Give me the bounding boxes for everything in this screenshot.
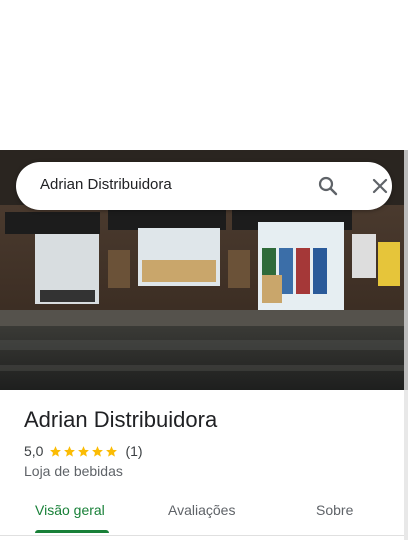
- place-title: Adrian Distribuidora: [24, 407, 218, 432]
- scrollbar-thumb[interactable]: [404, 150, 408, 390]
- tab-about[interactable]: Sobre: [316, 502, 353, 518]
- search-bar[interactable]: Adrian Distribuidora: [16, 162, 392, 210]
- rating-value: 5,0: [24, 443, 44, 459]
- star-rating: [49, 445, 119, 458]
- star-icon: [78, 445, 90, 457]
- star-icon: [106, 445, 118, 457]
- review-count[interactable]: (1): [125, 443, 142, 459]
- active-tab-indicator: [35, 530, 109, 533]
- map-area-blank: [0, 0, 408, 150]
- tab-overview[interactable]: Visão geral: [35, 502, 105, 518]
- tabs-divider: [0, 535, 404, 536]
- star-icon: [64, 445, 76, 457]
- close-icon[interactable]: [368, 174, 392, 198]
- place-category[interactable]: Loja de bebidas: [24, 463, 123, 479]
- star-icon: [92, 445, 104, 457]
- search-input[interactable]: Adrian Distribuidora: [40, 176, 172, 193]
- tab-reviews[interactable]: Avaliações: [168, 502, 235, 518]
- search-icon[interactable]: [316, 174, 340, 198]
- star-icon: [50, 445, 62, 457]
- rating-row[interactable]: 5,0 (1): [24, 442, 143, 460]
- place-tabs: Visão geral Avaliações Sobre: [0, 492, 404, 536]
